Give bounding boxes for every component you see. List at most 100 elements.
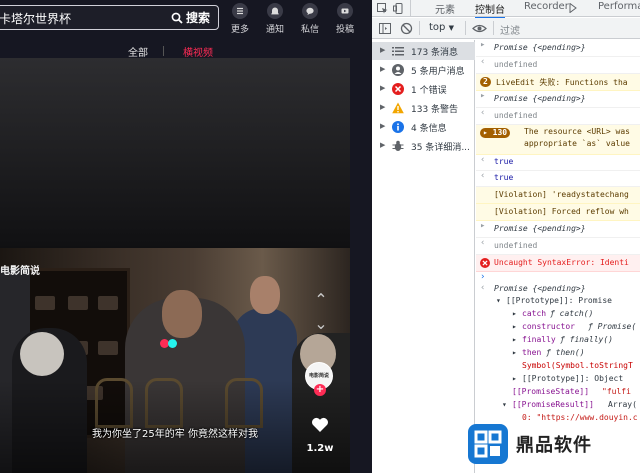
console-text: appropriate `as` value [524, 139, 630, 148]
console-line: ‹ undefined [476, 108, 640, 125]
context-selector[interactable]: top ▼ [429, 22, 454, 33]
video-logo-dots [160, 339, 180, 349]
notification-label: 通知 [265, 25, 284, 35]
error-icon [392, 83, 404, 95]
tab-landscape[interactable]: 横视频 [183, 44, 213, 59]
author-badge: 电影简说 [308, 373, 329, 379]
sidebar-item-info[interactable]: ▶ 4 条信息 [372, 118, 475, 136]
search-button[interactable]: 搜索 [171, 9, 210, 26]
video-subtitle: 我为你坐了25年的牢 你竟然这样对我 [92, 429, 258, 440]
object-tree-node[interactable]: ▸ finally ƒ finally() [476, 335, 640, 348]
tab-divider [410, 0, 411, 16]
upload-icon [337, 3, 353, 19]
property-key: [[PromiseResult]] [512, 400, 594, 409]
expand-arrow-icon: ▶ [380, 46, 386, 54]
sidebar-toggle-icon[interactable] [379, 22, 392, 35]
console-line: ‹ undefined [476, 57, 640, 74]
property-value: "fulfi [602, 387, 631, 396]
list-icon [392, 47, 404, 56]
player-edge [350, 58, 372, 473]
notification-button[interactable]: 通知 [258, 3, 292, 37]
console-text: Promise {<pending>} [494, 43, 586, 52]
property-key: [[PromiseState]] [512, 387, 590, 396]
console-line[interactable]: ▸ Promise {<pending>} [476, 40, 640, 57]
search-bar[interactable]: 卡塔尔世界杯 搜索 [0, 5, 219, 30]
console-text: [[Prototype]]: Object [522, 374, 624, 383]
object-tree-node[interactable]: ▾ [[Prototype]]: Promise [476, 296, 640, 309]
toolbar-divider [419, 21, 420, 35]
console-text: true [494, 157, 514, 166]
object-tree-root[interactable]: ‹ Promise {<pending>} [476, 283, 640, 297]
tab-performance[interactable]: Performance [598, 1, 640, 12]
chevron-up-icon: ⌃ [314, 290, 328, 309]
expand-arrow-icon: ▸ [512, 374, 517, 383]
console-text: true [494, 173, 514, 182]
console-text: [[Prototype]]: Promise [506, 296, 612, 305]
next-video-button[interactable]: ⌄ [310, 314, 332, 333]
tab-elements[interactable]: 元素 [435, 1, 455, 16]
console-violation-line[interactable]: [Violation] Forced reflow wh [476, 204, 640, 221]
console-line: ‹ true [476, 171, 640, 187]
sidebar-item-verbose[interactable]: ▶ 35 条详细消... [372, 137, 475, 155]
tab-console[interactable]: 控制台 [475, 1, 505, 19]
like-count: 1.2w [306, 443, 334, 454]
video-player[interactable] [0, 58, 350, 473]
repeat-count: 130 [492, 128, 508, 137]
device-toolbar-icon[interactable] [393, 3, 404, 14]
console-text: [Violation] Forced reflow wh [494, 207, 629, 216]
tab-divider [163, 46, 164, 56]
inspect-icon[interactable] [377, 3, 388, 14]
return-icon: ‹ [480, 171, 486, 181]
search-input[interactable]: 卡塔尔世界杯 [0, 10, 71, 27]
object-tree-node[interactable]: ▸ then ƒ then() [476, 348, 640, 361]
tab-all[interactable]: 全部 [128, 44, 148, 59]
tab-recorder[interactable]: Recorder [524, 1, 569, 12]
console-line[interactable]: ▸ Promise {<pending>} [476, 91, 640, 108]
eye-icon[interactable] [472, 22, 487, 35]
object-tree-node: [[PromiseState]] "fulfi [476, 387, 640, 400]
object-tree-node[interactable]: ▾ [[PromiseResult]] Array( [476, 400, 640, 413]
sidebar-item-errors[interactable]: ▶ 1 个错误 [372, 80, 475, 98]
expand-arrow-icon: ▶ [380, 65, 386, 73]
more-button[interactable]: 更多 [223, 3, 257, 37]
context-value: top [429, 22, 446, 33]
console-text: Uncaught SyntaxError: Identi [494, 258, 629, 267]
message-button[interactable]: 私信 [293, 3, 327, 37]
object-tree-node[interactable]: Symbol(Symbol.toStringT [476, 361, 640, 374]
sidebar-item-messages[interactable]: ▶ 173 条消息 [372, 42, 475, 60]
brand-watermark: 鼎品软件 [468, 417, 638, 471]
expand-arrow-icon: ▶ [380, 103, 386, 111]
message-icon [302, 3, 318, 19]
brand-name: 鼎品软件 [516, 435, 592, 456]
console-violation-line[interactable]: [Violation] 'readystatechang [476, 187, 640, 204]
object-tree-node[interactable]: ▸ [[Prototype]]: Object [476, 374, 640, 387]
console-error-line[interactable]: Uncaught SyntaxError: Identi [476, 255, 640, 272]
expand-arrow-icon: ▾ [502, 400, 507, 409]
filter-input[interactable]: 过滤 [500, 22, 520, 37]
follow-button[interactable]: + [314, 384, 326, 396]
console-line[interactable]: ▸ Promise {<pending>} [476, 221, 640, 238]
console-text: undefined [494, 241, 538, 250]
console-toolbar: top ▼ 过滤 [372, 18, 640, 39]
console-warning-line[interactable]: ▸ 130 The resource <URL> was appropriate… [476, 125, 640, 155]
expand-arrow-icon: ▸ [480, 40, 486, 50]
sidebar-item-warnings[interactable]: ▶ 133 条警告 [372, 99, 475, 117]
clear-console-icon[interactable] [400, 22, 413, 35]
object-tree-node[interactable]: ▸ constructor ƒ Promise( [476, 322, 640, 335]
bell-icon [267, 3, 283, 19]
more-label: 更多 [230, 25, 249, 35]
object-tree-node[interactable]: ▸ catch ƒ catch() [476, 309, 640, 322]
property-value: ƒ Promise( [588, 322, 637, 331]
sidebar-item-user-messages[interactable]: ▶ 5 条用户消息 [372, 61, 475, 79]
upload-button[interactable]: 投稿 [328, 3, 362, 37]
console-text: The resource <URL> was [524, 127, 630, 136]
console-output: ▸ Promise {<pending>} ‹ undefined 2 LiveEdi… [476, 40, 640, 473]
more-icon [232, 3, 248, 19]
repeat-count-badge: ▸ 130 [480, 128, 511, 138]
chevron-down-icon: ⌄ [314, 314, 328, 333]
video-watermark: 电影简说 [0, 266, 40, 277]
console-warning-line[interactable]: 2 LiveEdit 失败: Functions tha [476, 74, 640, 91]
property-key: then [522, 348, 542, 357]
expand-arrow-icon: ▸ [480, 221, 486, 231]
previous-video-button[interactable]: ⌃ [310, 290, 332, 309]
